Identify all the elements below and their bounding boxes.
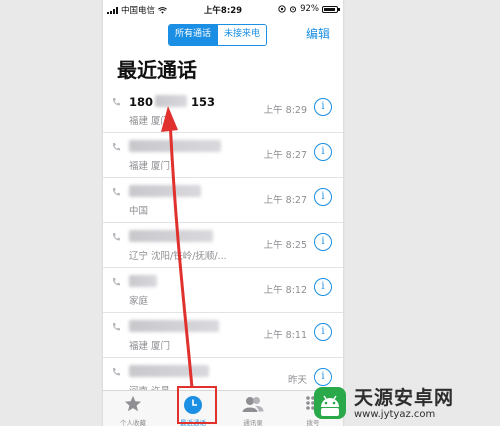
call-row[interactable]: 福建 厦门 上午 8:27 i — [103, 133, 343, 178]
info-icon[interactable]: i — [314, 188, 332, 206]
tab-favorites[interactable]: 个人收藏 — [103, 391, 163, 426]
call-time: 上午 8:12 — [263, 285, 307, 296]
caller-number-start: 180 — [129, 95, 154, 109]
call-time: 上午 8:27 — [263, 195, 307, 206]
watermark-site-url: www.jytyaz.com — [354, 408, 436, 420]
tab-contacts[interactable]: 通讯录 — [223, 391, 283, 426]
outgoing-call-icon — [112, 233, 120, 241]
outgoing-call-icon — [112, 143, 120, 151]
info-icon[interactable]: i — [314, 278, 332, 296]
phone-screen: 中国电信 上午8:29 92% 所有通话 未接来电 编辑 最近通话 180 15… — [103, 0, 343, 426]
tab-contacts-label: 通讯录 — [243, 419, 263, 426]
redacted-number-blur — [129, 140, 221, 152]
segment-missed-calls[interactable]: 未接来电 — [217, 25, 267, 45]
call-time: 上午 8:27 — [263, 150, 307, 161]
call-row[interactable]: 福建 厦门 上午 8:11 i — [103, 313, 343, 358]
outgoing-call-icon — [112, 323, 120, 331]
contacts-icon — [242, 397, 264, 412]
call-location: 福建 厦门 — [129, 161, 171, 172]
call-time: 上午 8:29 — [263, 105, 307, 116]
redacted-number-blur — [129, 320, 219, 332]
alarm-icon — [290, 6, 297, 13]
location-icon — [278, 5, 286, 13]
redacted-number-blur — [129, 185, 201, 197]
redacted-number-blur — [129, 275, 157, 287]
call-location: 福建 厦门 — [129, 341, 171, 352]
info-icon[interactable]: i — [314, 323, 332, 341]
outgoing-call-icon — [112, 188, 120, 196]
tab-bar: 个人收藏 最近通话 通讯录 拨号 — [103, 390, 343, 426]
android-logo-icon — [312, 385, 348, 421]
star-icon — [124, 395, 142, 412]
call-row[interactable]: 180 153 福建 厦门 上午 8:29 i — [103, 88, 343, 133]
call-location: 福建 厦门 — [129, 116, 171, 127]
info-icon[interactable]: i — [314, 233, 332, 251]
call-location: 中国 — [129, 206, 149, 217]
outgoing-call-icon — [112, 98, 120, 106]
call-row[interactable]: 中国 上午 8:27 i — [103, 178, 343, 223]
outgoing-call-icon — [112, 368, 120, 376]
call-list: 180 153 福建 厦门 上午 8:29 i 福建 厦门 上午 8:27 i … — [103, 88, 343, 403]
caller-number-end: 153 — [191, 95, 216, 109]
call-time: 上午 8:25 — [263, 240, 307, 251]
page-title: 最近通话 — [117, 58, 197, 82]
battery-percent: 92% — [300, 4, 319, 14]
call-location: 家庭 — [129, 296, 149, 307]
info-icon[interactable]: i — [314, 143, 332, 161]
redacted-number-blur — [155, 95, 187, 107]
tab-favorites-label: 个人收藏 — [120, 419, 146, 426]
battery-icon — [322, 5, 340, 13]
edit-button[interactable]: 编辑 — [306, 25, 330, 42]
status-bar: 中国电信 上午8:29 92% — [103, 0, 343, 18]
call-row[interactable]: 辽宁 沈阳/铁岭/抚顺/... 上午 8:25 i — [103, 223, 343, 268]
watermark-site-name: 天源安卓网 — [354, 386, 455, 409]
call-time: 上午 8:11 — [263, 330, 307, 341]
outgoing-call-icon — [112, 278, 120, 286]
site-watermark: 天源安卓网 www.jytyaz.com — [312, 380, 500, 426]
redacted-number-blur — [129, 230, 213, 242]
call-location: 辽宁 沈阳/铁岭/抚顺/... — [129, 251, 227, 262]
info-icon[interactable]: i — [314, 98, 332, 116]
annotation-highlight-box — [177, 386, 217, 424]
call-time: 昨天 — [287, 375, 307, 386]
segment-all-calls[interactable]: 所有通话 — [169, 25, 218, 45]
call-row[interactable]: 家庭 上午 8:12 i — [103, 268, 343, 313]
calls-segmented-control[interactable]: 所有通话 未接来电 — [168, 24, 268, 46]
redacted-number-blur — [129, 365, 209, 377]
